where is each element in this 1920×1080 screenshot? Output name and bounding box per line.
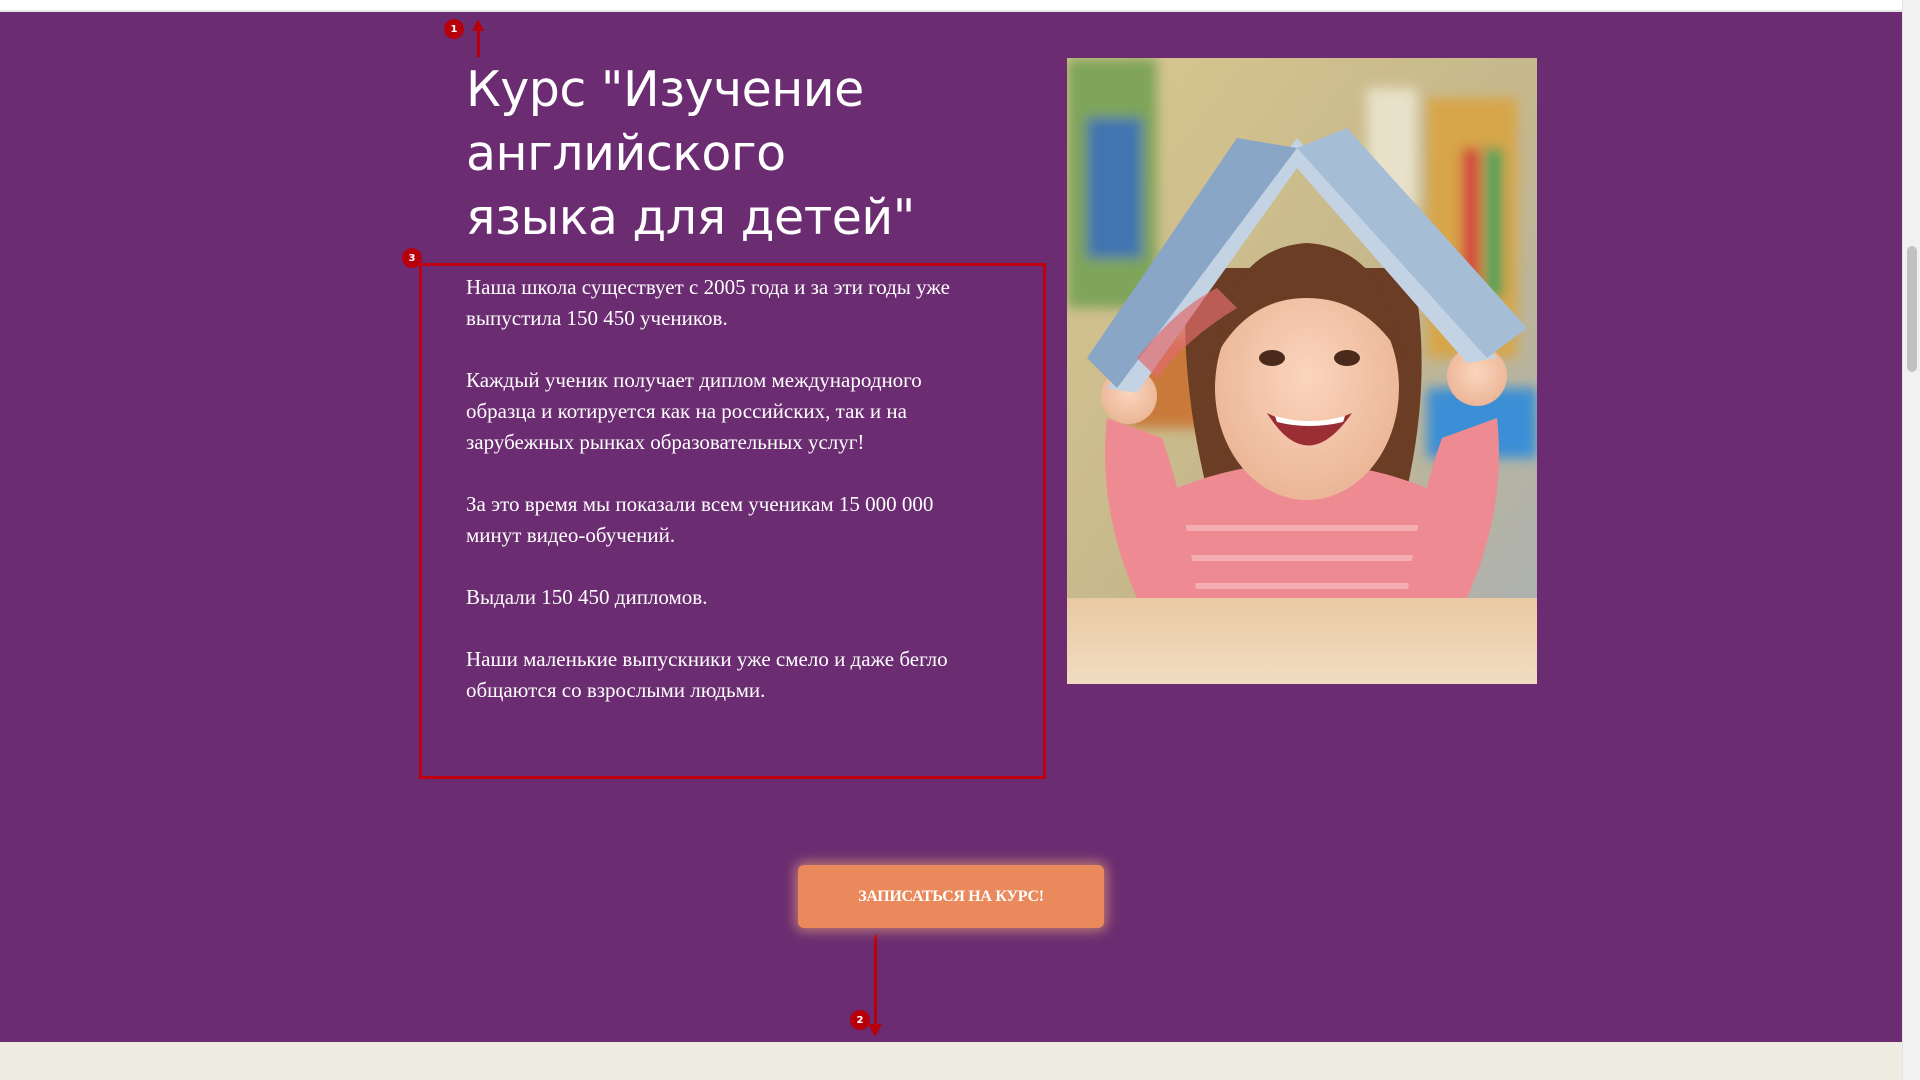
annotation-arrow-down (874, 935, 877, 1024)
annotation-box (419, 263, 1046, 779)
page-title: Курс "Изучение английского языка для дет… (466, 58, 1026, 250)
next-section-band (0, 1042, 1902, 1080)
enroll-course-button[interactable]: ЗАПИСАТЬСЯ НА КУРС! (798, 865, 1104, 928)
annotation-arrow-up (477, 30, 480, 57)
annotation-badge-1: 1 (444, 19, 464, 39)
child-with-book-image (1067, 58, 1537, 684)
annotation-badge-3: 3 (402, 248, 422, 268)
title-line: языка для детей" (466, 189, 915, 246)
arrow-up-icon (472, 19, 484, 31)
scrollbar-thumb[interactable] (1907, 246, 1917, 372)
top-strip (0, 0, 1902, 12)
vertical-scrollbar[interactable] (1902, 0, 1920, 1080)
annotation-badge-2: 2 (850, 1010, 870, 1030)
arrow-down-icon (868, 1024, 882, 1037)
title-line: Курс "Изучение (466, 61, 864, 118)
title-line: английского (466, 125, 786, 182)
